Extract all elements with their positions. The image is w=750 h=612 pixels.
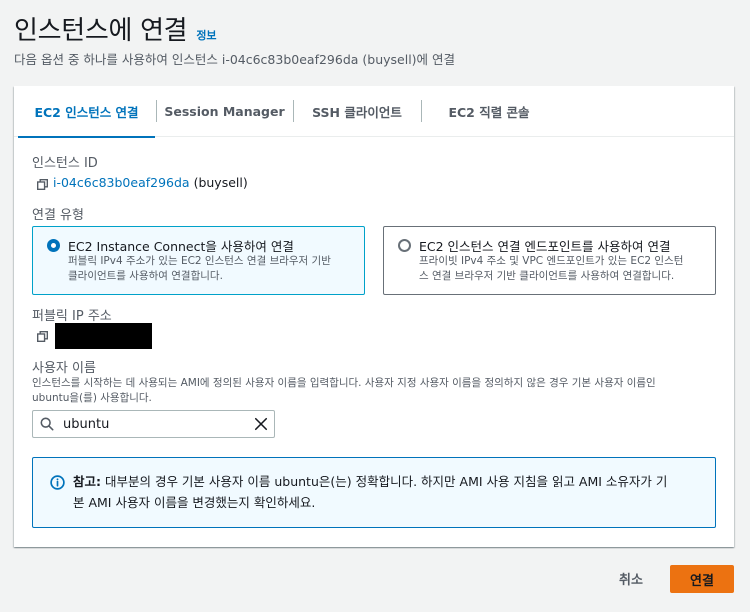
username-input-value[interactable]: ubuntu	[63, 417, 109, 432]
info-link[interactable]: 정보	[196, 27, 216, 43]
close-icon[interactable]	[254, 417, 268, 431]
option-title: EC2 인스턴스 연결 엔드포인트를 사용하여 연결	[419, 239, 671, 254]
option-description-line: 클라이언트를 사용하여 연결합니다.	[68, 270, 223, 282]
instance-name: (buysell)	[193, 175, 248, 190]
option-ec2-endpoint-connect[interactable]: EC2 인스턴스 연결 엔드포인트를 사용하여 연결 프라이빗 IPv4 주소 …	[383, 226, 716, 295]
username-input[interactable]: ubuntu	[32, 410, 275, 438]
connect-button[interactable]: 연결	[670, 565, 734, 593]
info-icon	[50, 475, 65, 490]
page-title: 인스턴스에 연결	[14, 16, 188, 46]
public-ip-label: 퍼블릭 IP 주소	[32, 309, 112, 324]
connect-panel: EC2 인스턴스 연결 Session Manager SSH 클라이언트 EC…	[14, 86, 734, 547]
alert-text-line: 본 AMI 사용자 이름을 변경했는지 확인하세요.	[73, 495, 316, 510]
radio-button-unchecked[interactable]	[398, 239, 411, 252]
info-alert: 참고: 대부분의 경우 기본 사용자 이름 ubuntu은(는) 정확합니다. …	[32, 457, 716, 528]
alert-message: 참고: 대부분의 경우 기본 사용자 이름 ubuntu은(는) 정확합니다. …	[73, 471, 713, 513]
username-description-line: 인스턴스를 시작하는 데 사용되는 AMI에 정의된 사용자 이름을 입력합니다…	[32, 377, 656, 389]
connection-type-label: 연결 유형	[32, 208, 84, 223]
redacted-ip-value	[55, 323, 152, 349]
instance-id-link[interactable]: i-04c6c83b0eaf296da	[53, 175, 190, 190]
radio-button-checked[interactable]	[47, 239, 60, 252]
option-ec2-instance-connect[interactable]: EC2 Instance Connect을 사용하여 연결 퍼블릭 IPv4 주…	[32, 226, 365, 295]
option-description-line: 프라이빗 IPv4 주소 및 VPC 엔드포인트가 있는 EC2 인스턴	[419, 255, 684, 267]
alert-bold-label: 참고:	[73, 474, 101, 489]
tab-ssh-client[interactable]: SSH 클라이언트	[294, 86, 420, 137]
tab-ec2-serial-console[interactable]: EC2 직렬 콘솔	[422, 86, 556, 137]
option-description: 퍼블릭 IPv4 주소가 있는 EC2 인스턴스 연결 브라우저 기반 클라이언…	[68, 254, 331, 284]
option-title: EC2 Instance Connect을 사용하여 연결	[68, 239, 294, 254]
tab-session-manager[interactable]: Session Manager	[157, 86, 292, 137]
instance-id-value[interactable]: i-04c6c83b0eaf296da (buysell)	[53, 175, 248, 190]
tab-ec2-instance-connect[interactable]: EC2 인스턴스 연결	[18, 86, 155, 138]
option-description-line: 퍼블릭 IPv4 주소가 있는 EC2 인스턴스 연결 브라우저 기반	[68, 255, 331, 267]
username-description: 인스턴스를 시작하는 데 사용되는 AMI에 정의된 사용자 이름을 입력합니다…	[32, 376, 722, 406]
tab-bar: EC2 인스턴스 연결 Session Manager SSH 클라이언트 EC…	[14, 86, 734, 138]
cancel-button[interactable]: 취소	[608, 566, 654, 590]
page-subtitle: 다음 옵션 중 하나를 사용하여 인스턴스 i-04c6c83b0eaf296d…	[14, 52, 456, 67]
username-label: 사용자 이름	[32, 361, 96, 376]
option-description: 프라이빗 IPv4 주소 및 VPC 엔드포인트가 있는 EC2 인스턴 스 연…	[419, 254, 683, 284]
copy-icon[interactable]	[37, 179, 48, 190]
option-description-line: 스 연결 브라우저 기반 클라이언트를 사용하여 연결합니다.	[419, 270, 675, 282]
copy-icon[interactable]	[37, 331, 48, 342]
alert-text-line: 대부분의 경우 기본 사용자 이름 ubuntu은(는) 정확합니다. 하지만 …	[101, 474, 668, 489]
username-description-line: ubuntu을(를) 사용합니다.	[32, 392, 152, 404]
search-icon	[40, 417, 54, 431]
page-header: 인스턴스에 연결 정보	[14, 10, 217, 47]
instance-id-label: 인스턴스 ID	[32, 156, 98, 171]
